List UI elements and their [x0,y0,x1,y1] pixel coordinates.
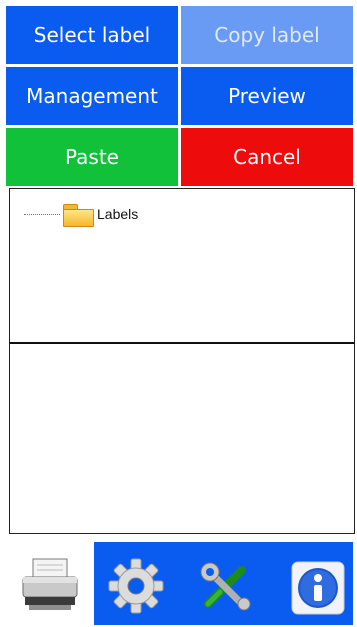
cancel-button[interactable]: Cancel [181,128,353,186]
select-label-button[interactable]: Select label [6,6,178,64]
printer-button[interactable] [6,542,93,625]
action-button-grid: Select label Copy label Management Previ… [6,6,353,186]
toolbar-icon-strip [94,542,353,625]
tree-connector [24,213,60,215]
bottom-toolbar [6,542,353,625]
printer-icon [22,558,77,610]
folder-icon [62,202,94,227]
tree-node-label: Labels [97,206,139,222]
gear-icon[interactable] [108,558,164,614]
info-icon[interactable] [290,560,346,616]
tree-node-labels[interactable]: Labels [24,202,139,227]
paste-button[interactable]: Paste [6,128,178,186]
preview-panel [9,344,355,534]
label-tree-panel[interactable]: Labels [9,188,355,344]
copy-label-button[interactable]: Copy label [181,6,353,64]
tools-icon[interactable] [198,558,254,614]
preview-button[interactable]: Preview [181,67,353,125]
management-button[interactable]: Management [6,67,178,125]
